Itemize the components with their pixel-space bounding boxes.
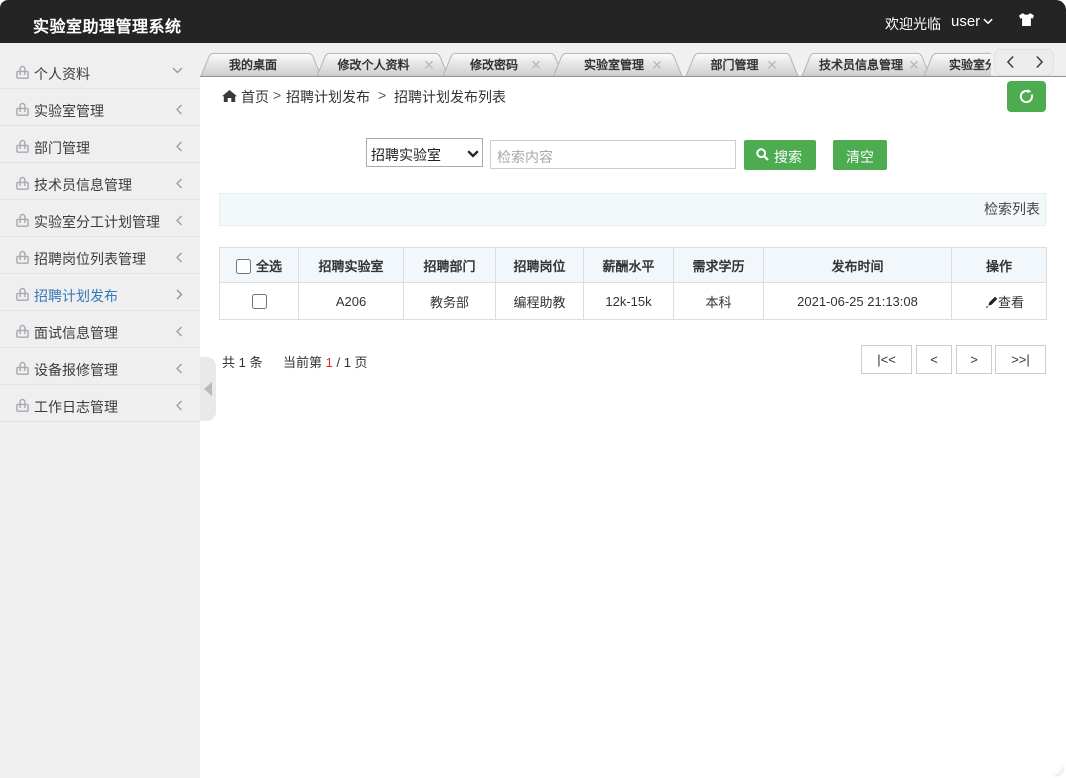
svg-text:修改密码: 修改密码 (469, 57, 518, 72)
svg-text:技术员信息管理: 技术员信息管理 (819, 57, 903, 72)
svg-text:部门管理: 部门管理 (710, 57, 758, 72)
svg-text:我的桌面: 我的桌面 (229, 57, 277, 72)
svg-text:修改个人资料: 修改个人资料 (336, 57, 409, 72)
svg-text:实验室管理: 实验室管理 (584, 57, 644, 72)
